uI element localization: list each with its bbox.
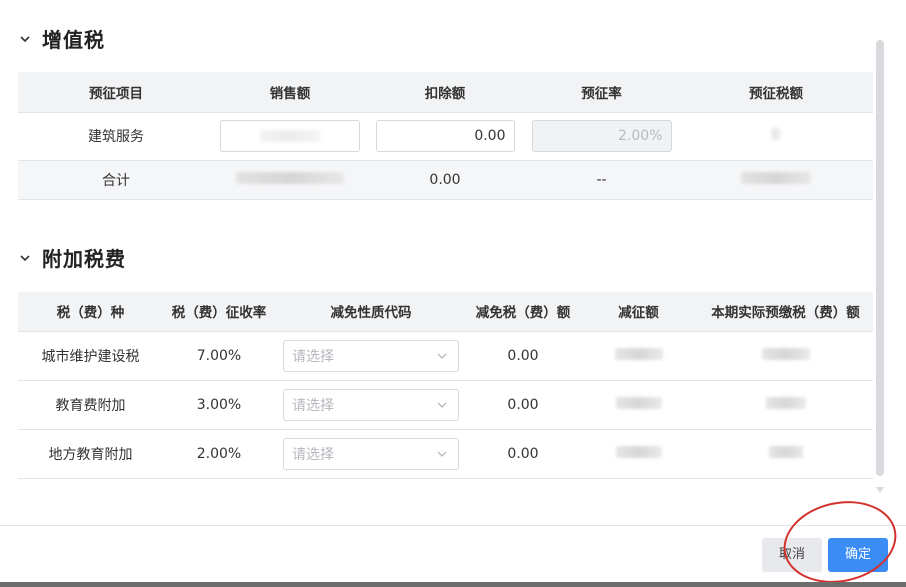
chevron-down-icon [437, 402, 447, 408]
relief-code-select[interactable]: 请选择 [283, 388, 459, 421]
table-row: 建筑服务 0.00 2.00% [18, 112, 873, 161]
col-header: 预征税额 [679, 72, 873, 113]
actual-prepaid-value [698, 331, 873, 381]
vat-item-name: 建筑服务 [18, 112, 214, 161]
tax-rate-value: 3.00% [163, 380, 275, 430]
total-rate-value: -- [524, 160, 679, 200]
total-deduction-value: 0.00 [366, 160, 524, 200]
chevron-down-icon [437, 451, 447, 457]
chevron-down-icon [20, 35, 30, 42]
col-header: 预征项目 [18, 72, 214, 113]
vat-table: 预征项目 销售额 扣除额 预征率 预征税额 建筑服务 0.00 2.00% 合计… [18, 72, 873, 200]
select-placeholder: 请选择 [292, 446, 334, 463]
total-label: 合计 [18, 160, 214, 200]
col-header: 减征额 [579, 292, 698, 332]
relief-amount-value: 0.00 [467, 331, 579, 381]
chevron-down-icon [20, 254, 30, 261]
surcharge-section-header[interactable]: 附加税费 [18, 243, 126, 272]
relief-amount-value: 0.00 [467, 380, 579, 430]
select-placeholder: 请选择 [292, 397, 334, 414]
select-placeholder: 请选择 [292, 348, 334, 365]
reduction-amount-value [579, 429, 698, 479]
col-header: 扣除额 [366, 72, 524, 113]
col-header: 税（费）种 [18, 292, 163, 332]
vat-section-title: 增值税 [42, 28, 105, 52]
tax-type-name: 城市维护建设税 [18, 331, 163, 381]
tax-type-name: 地方教育附加 [18, 429, 163, 479]
total-prepaid-tax-value [679, 160, 873, 200]
relief-amount-value: 0.00 [467, 429, 579, 479]
triangle-down-icon[interactable] [876, 486, 884, 494]
col-header: 预征率 [524, 72, 679, 113]
table-row-total: 合计 0.00 -- [18, 160, 873, 200]
chevron-down-icon [437, 353, 447, 359]
table-row: 地方教育附加 2.00% 请选择 0.00 [18, 429, 873, 479]
tax-rate-value: 2.00% [163, 429, 275, 479]
reduction-amount-value [579, 331, 698, 381]
table-row: 教育费附加 3.00% 请选择 0.00 [18, 380, 873, 430]
surcharge-section-title: 附加税费 [42, 247, 126, 271]
vat-section-header[interactable]: 增值税 [18, 24, 105, 53]
prepaid-tax-value [679, 112, 873, 161]
cancel-button[interactable]: 取消 [762, 538, 822, 572]
table-row: 城市维护建设税 7.00% 请选择 0.00 [18, 331, 873, 381]
footer-divider [0, 525, 906, 526]
tax-rate-value: 7.00% [163, 331, 275, 381]
col-header: 减免性质代码 [275, 292, 467, 332]
relief-code-select[interactable]: 请选择 [283, 339, 459, 372]
col-header: 税（费）征收率 [163, 292, 275, 332]
col-header: 销售额 [214, 72, 366, 113]
col-header: 减免税（费）额 [467, 292, 579, 332]
sales-amount-input[interactable] [220, 120, 360, 152]
vertical-scrollbar[interactable] [876, 40, 884, 476]
col-header: 本期实际预缴税（费）额 [698, 292, 873, 332]
deduction-input[interactable]: 0.00 [375, 120, 515, 152]
reduction-amount-value [579, 380, 698, 430]
confirm-button[interactable]: 确定 [828, 538, 888, 572]
surcharge-table: 税（费）种 税（费）征收率 减免性质代码 减免税（费）额 减征额 本期实际预缴税… [18, 292, 873, 479]
actual-prepaid-value [698, 380, 873, 430]
actual-prepaid-value [698, 429, 873, 479]
window-bottom-edge [0, 582, 906, 587]
total-sales-value [214, 160, 366, 200]
relief-code-select[interactable]: 请选择 [283, 437, 459, 470]
tax-type-name: 教育费附加 [18, 380, 163, 430]
rate-field: 2.00% [531, 120, 672, 152]
